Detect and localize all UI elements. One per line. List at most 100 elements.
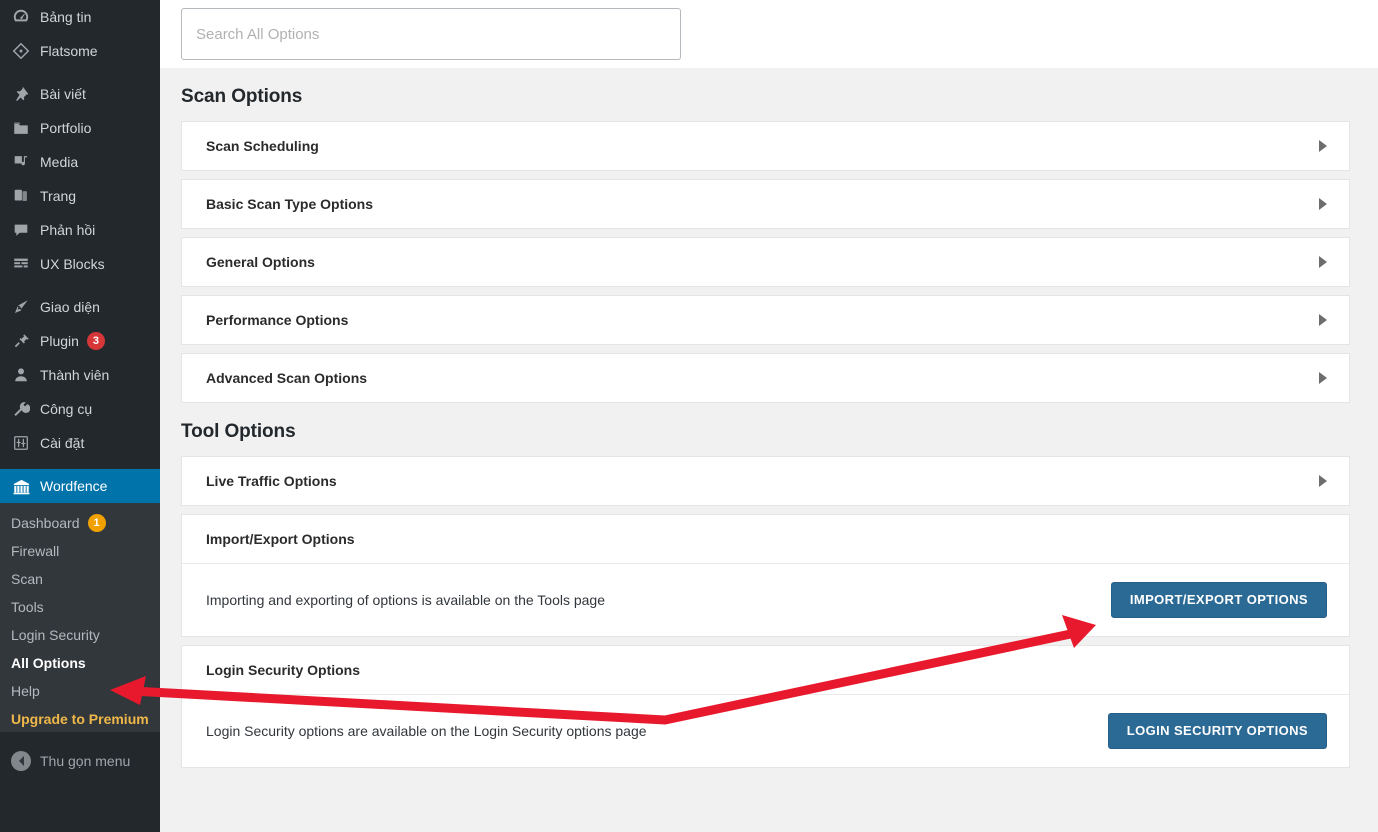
sidebar-item-label: Bảng tin xyxy=(40,9,92,25)
sidebar-separator xyxy=(0,460,160,469)
submenu-item-label: Tools xyxy=(11,599,44,615)
sidebar-item-plugin[interactable]: Plugin 3 xyxy=(0,324,160,358)
portfolio-icon xyxy=(11,118,31,138)
sidebar-item-label: Công cụ xyxy=(40,401,93,417)
collapse-menu-label: Thu gọn menu xyxy=(40,753,131,769)
pin-icon xyxy=(11,84,31,104)
import-export-description: Importing and exporting of options is av… xyxy=(206,592,606,608)
option-card-import-export-options: Import/Export Options Importing and expo… xyxy=(181,514,1350,637)
sidebar-item-label: Bài viết xyxy=(40,86,86,102)
sidebar-item-label: Giao diện xyxy=(40,299,100,315)
card-title: Import/Export Options xyxy=(206,531,355,547)
sidebar-item-cong-cu[interactable]: Công cụ xyxy=(0,392,160,426)
appearance-icon xyxy=(11,297,31,317)
plugin-icon xyxy=(11,331,31,351)
submenu-item-tools[interactable]: Tools xyxy=(0,593,160,621)
blocks-icon xyxy=(11,254,31,274)
card-title: Live Traffic Options xyxy=(206,473,337,489)
sidebar-separator xyxy=(0,281,160,290)
sidebar-item-label: Wordfence xyxy=(40,478,108,494)
section-title-tool-options: Tool Options xyxy=(181,421,296,442)
search-input[interactable] xyxy=(181,8,681,60)
sidebar-item-bai-viet[interactable]: Bài viết xyxy=(0,77,160,111)
option-card-basic-scan-type-options[interactable]: Basic Scan Type Options xyxy=(181,179,1350,229)
submenu-item-upgrade-to-premium[interactable]: Upgrade to Premium xyxy=(0,705,160,733)
main-content: Scan Options Scan Scheduling Basic Scan … xyxy=(160,0,1378,832)
submenu-item-label: Scan xyxy=(11,571,43,587)
section-title-scan-options: Scan Options xyxy=(181,86,303,107)
submenu-item-login-security[interactable]: Login Security xyxy=(0,621,160,649)
sidebar-item-ux-blocks[interactable]: UX Blocks xyxy=(0,247,160,281)
dashboard-notification-badge: 1 xyxy=(87,514,106,532)
sidebar-item-label: UX Blocks xyxy=(40,256,105,272)
pages-icon xyxy=(11,186,31,206)
submenu-item-dashboard[interactable]: Dashboard 1 xyxy=(0,509,160,537)
options-body: Scan Options Scan Scheduling Basic Scan … xyxy=(160,68,1378,832)
sidebar-separator xyxy=(0,68,160,77)
submenu-item-all-options[interactable]: All Options xyxy=(0,649,160,677)
option-card-scan-scheduling[interactable]: Scan Scheduling xyxy=(181,121,1350,171)
option-card-advanced-scan-options[interactable]: Advanced Scan Options xyxy=(181,353,1350,403)
card-header[interactable]: Import/Export Options xyxy=(182,515,1349,563)
admin-sidebar: Bảng tin Flatsome Bài viết Portfolio Med… xyxy=(0,0,160,832)
card-title: Login Security Options xyxy=(206,662,361,678)
sidebar-item-phan-hoi[interactable]: Phản hồi xyxy=(0,213,160,247)
card-header[interactable]: Login Security Options xyxy=(182,646,1349,694)
sidebar-item-bang-tin[interactable]: Bảng tin xyxy=(0,0,160,34)
card-title: General Options xyxy=(206,254,315,270)
sidebar-item-wordfence[interactable]: Wordfence xyxy=(0,469,160,503)
chevron-right-icon[interactable] xyxy=(1319,140,1327,152)
submenu-item-label: Upgrade to Premium xyxy=(11,711,149,727)
chevron-right-icon[interactable] xyxy=(1319,372,1327,384)
option-card-performance-options[interactable]: Performance Options xyxy=(181,295,1350,345)
chevron-right-icon[interactable] xyxy=(1319,198,1327,210)
option-card-login-security-options: Login Security Options Login Security op… xyxy=(181,645,1350,768)
submenu-item-label: All Options xyxy=(11,655,86,671)
plugin-update-badge: 3 xyxy=(86,332,105,350)
option-card-live-traffic-options[interactable]: Live Traffic Options xyxy=(181,456,1350,506)
sidebar-item-label: Media xyxy=(40,154,79,170)
collapse-menu-region: Thu gọn menu xyxy=(0,732,160,832)
card-header[interactable]: Scan Scheduling xyxy=(182,122,1349,170)
dashboard-icon xyxy=(11,7,31,27)
sidebar-item-label: Plugin xyxy=(40,333,79,349)
option-card-general-options[interactable]: General Options xyxy=(181,237,1350,287)
submenu-item-label: Firewall xyxy=(11,543,60,559)
card-title: Basic Scan Type Options xyxy=(206,196,374,212)
chevron-right-icon[interactable] xyxy=(1319,256,1327,268)
collapse-arrow-icon xyxy=(11,751,31,771)
chevron-right-icon[interactable] xyxy=(1319,475,1327,487)
comments-icon xyxy=(11,220,31,240)
card-header[interactable]: Live Traffic Options xyxy=(182,457,1349,505)
collapse-menu-button[interactable]: Thu gọn menu xyxy=(0,744,160,778)
chevron-right-icon[interactable] xyxy=(1319,314,1327,326)
card-body: Importing and exporting of options is av… xyxy=(182,564,1349,636)
sidebar-item-trang[interactable]: Trang xyxy=(0,179,160,213)
card-header[interactable]: Performance Options xyxy=(182,296,1349,344)
card-body: Login Security options are available on … xyxy=(182,695,1349,767)
submenu-item-help[interactable]: Help xyxy=(0,677,160,705)
import-export-options-button[interactable]: IMPORT/EXPORT OPTIONS xyxy=(1110,582,1327,618)
submenu-item-label: Help xyxy=(11,683,40,699)
sidebar-item-thanh-vien[interactable]: Thành viên xyxy=(0,358,160,392)
sidebar-item-label: Flatsome xyxy=(40,43,98,59)
login-security-description: Login Security options are available on … xyxy=(206,723,647,739)
sidebar-item-flatsome[interactable]: Flatsome xyxy=(0,34,160,68)
sidebar-item-label: Thành viên xyxy=(40,367,110,383)
login-security-options-button[interactable]: LOGIN SECURITY OPTIONS xyxy=(1107,713,1327,749)
card-header[interactable]: Basic Scan Type Options xyxy=(182,180,1349,228)
card-header[interactable]: General Options xyxy=(182,238,1349,286)
submenu-item-firewall[interactable]: Firewall xyxy=(0,537,160,565)
wordfence-submenu: Dashboard 1 Firewall Scan Tools Login Se… xyxy=(0,503,160,741)
sidebar-item-portfolio[interactable]: Portfolio xyxy=(0,111,160,145)
card-title: Advanced Scan Options xyxy=(206,370,368,386)
sidebar-item-giao-dien[interactable]: Giao diện xyxy=(0,290,160,324)
sidebar-item-cai-dat[interactable]: Cài đặt xyxy=(0,426,160,460)
card-title: Performance Options xyxy=(206,312,349,328)
wordfence-icon xyxy=(11,476,31,496)
sidebar-item-media[interactable]: Media xyxy=(0,145,160,179)
card-header[interactable]: Advanced Scan Options xyxy=(182,354,1349,402)
card-title: Scan Scheduling xyxy=(206,138,319,154)
submenu-item-scan[interactable]: Scan xyxy=(0,565,160,593)
search-bar-region xyxy=(160,0,1378,68)
